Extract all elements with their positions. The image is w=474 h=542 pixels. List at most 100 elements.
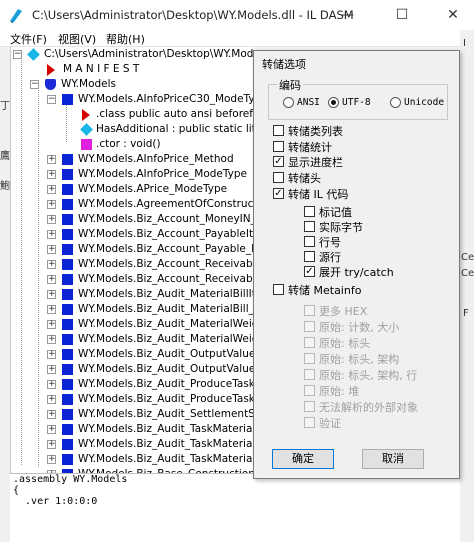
expand-icon[interactable]: + [47, 200, 56, 209]
expand-icon[interactable]: + [47, 320, 56, 329]
ok-button[interactable]: 确定 [272, 449, 334, 469]
class-icon [62, 94, 73, 105]
class-label: WY.Models.AInfoPrice_ModeType [78, 168, 247, 180]
ildasm-app-icon [10, 9, 22, 23]
menu-bar: 文件(F) 视图(V) 帮助(H) [0, 30, 474, 47]
expand-icon[interactable]: + [47, 365, 56, 374]
assembly-tree[interactable]: − C:\Users\Administrator\Desktop\WY.Mode… [10, 47, 254, 473]
class-icon [62, 199, 73, 210]
class-label: WY.Models.Biz_Account_Receivable_Mod [78, 273, 254, 285]
collapse-icon[interactable]: − [30, 80, 39, 89]
dump-class-list-label: 转储类列表 [288, 125, 343, 138]
dump-il-code-checkbox[interactable]: ✓ [273, 188, 284, 199]
menu-view[interactable]: 视图(V) [58, 31, 96, 47]
radio-unicode-label: Unicode [404, 97, 445, 108]
expand-icon[interactable]: + [47, 215, 56, 224]
dump-header-checkbox[interactable] [273, 172, 284, 183]
validate-label: 验证 [319, 417, 341, 430]
expand-icon[interactable]: + [47, 260, 56, 269]
background-text: Ce [461, 252, 474, 263]
namespace-icon [45, 79, 56, 90]
class-icon [62, 274, 73, 285]
il-text-pane[interactable]: .assembly WY.Models { .ver 1:0:0:0 [10, 473, 460, 542]
class-icon [62, 439, 73, 450]
background-text: 丁 [0, 101, 10, 112]
dump-statistics-checkbox[interactable] [273, 141, 284, 152]
class-label: WY.Models.Biz_Audit_ProduceTask_Mod [78, 393, 254, 405]
child-label: .class public auto ansi beforefieldinit [96, 108, 254, 120]
child-label: .ctor : void() [96, 138, 161, 150]
collapse-icon[interactable]: − [47, 95, 56, 104]
expand-icon[interactable]: + [47, 350, 56, 359]
dump-class-list-checkbox[interactable] [273, 125, 284, 136]
raw-heaps-checkbox [304, 385, 315, 396]
actual-bytes-checkbox[interactable] [304, 221, 315, 232]
method-icon [81, 139, 92, 150]
collapse-icon[interactable]: − [13, 50, 22, 59]
raw-counts-sizes-label: 原始: 计数, 大小 [319, 321, 400, 334]
encoding-group: 编码 ANSI UTF-8 Unicode [268, 77, 448, 120]
more-hex-label: 更多 HEX [319, 305, 368, 318]
class-icon [62, 289, 73, 300]
expand-icon[interactable]: + [47, 290, 56, 299]
cancel-button[interactable]: 取消 [362, 449, 424, 469]
expand-icon[interactable]: + [47, 155, 56, 164]
class-icon [62, 424, 73, 435]
expand-icon[interactable]: + [47, 230, 56, 239]
child-label: HasAdditional : public static literal st… [96, 123, 254, 135]
menu-file[interactable]: 文件(F) [10, 31, 47, 47]
radio-utf8-label: UTF-8 [342, 97, 371, 108]
dump-header-label: 转储头 [288, 172, 321, 185]
expand-icon[interactable]: + [47, 455, 56, 464]
dialog-title: 转储选项 [262, 58, 306, 71]
class-label: WY.Models.Biz_Audit_MaterialBill_Mod [78, 303, 254, 315]
more-hex-checkbox [304, 305, 315, 316]
expand-icon[interactable]: + [47, 440, 56, 449]
dump-metainfo-checkbox[interactable] [273, 284, 284, 295]
raw-header-checkbox [304, 337, 315, 348]
show-progress-bar-label: 显示进度栏 [288, 156, 343, 169]
expand-icon[interactable]: + [47, 425, 56, 434]
raw-header-schema-checkbox [304, 353, 315, 364]
token-values-label: 标记值 [319, 206, 352, 219]
close-button[interactable]: ✕ [438, 3, 468, 27]
source-lines-label: 源行 [319, 251, 341, 264]
class-label: WY.Models.AInfoPrice_Method [78, 153, 234, 165]
expand-icon[interactable]: + [47, 395, 56, 404]
class-icon [62, 364, 73, 375]
radio-ansi[interactable] [283, 97, 294, 108]
radio-unicode[interactable] [390, 97, 401, 108]
background-text: 鷹 [0, 151, 10, 162]
class-icon [62, 244, 73, 255]
background-window-left: 丁 鷹 鮑 [0, 47, 10, 542]
dump-statistics-label: 转储统计 [288, 141, 332, 154]
source-lines-checkbox[interactable] [304, 251, 315, 262]
raw-header-schema-rows-checkbox [304, 369, 315, 380]
maximize-button[interactable]: ☐ [387, 3, 417, 27]
menu-help[interactable]: 帮助(H) [106, 31, 145, 47]
token-values-checkbox[interactable] [304, 206, 315, 217]
class-icon [62, 229, 73, 240]
radio-utf8[interactable] [328, 97, 339, 108]
expand-icon[interactable]: + [47, 410, 56, 419]
line-numbers-checkbox[interactable] [304, 236, 315, 247]
radio-ansi-label: ANSI [297, 97, 320, 108]
expand-icon[interactable]: + [47, 170, 56, 179]
namespace-label: WY.Models [61, 78, 117, 90]
expand-icon[interactable]: + [47, 335, 56, 344]
class-label: WY.Models.Biz_Audit_ProduceTaskItem_M [78, 378, 254, 390]
class-icon [62, 394, 73, 405]
expand-icon[interactable]: + [47, 305, 56, 314]
expand-icon[interactable]: + [47, 245, 56, 254]
title-bar: C:\Users\Administrator\Desktop\WY.Models… [0, 0, 474, 30]
tree-root-label: C:\Users\Administrator\Desktop\WY.Models… [44, 48, 254, 60]
unresolved-externals-label: 无法解析的外部对象 [319, 401, 418, 414]
expand-try-catch-checkbox[interactable]: ✓ [304, 266, 315, 277]
minimize-button[interactable]: — [332, 3, 362, 27]
expand-icon[interactable]: + [47, 380, 56, 389]
raw-counts-sizes-checkbox [304, 321, 315, 332]
expand-icon[interactable]: + [47, 275, 56, 284]
class-label: WY.Models.AInfoPriceC30_ModeType [78, 93, 254, 105]
show-progress-bar-checkbox[interactable]: ✓ [273, 156, 284, 167]
expand-icon[interactable]: + [47, 185, 56, 194]
